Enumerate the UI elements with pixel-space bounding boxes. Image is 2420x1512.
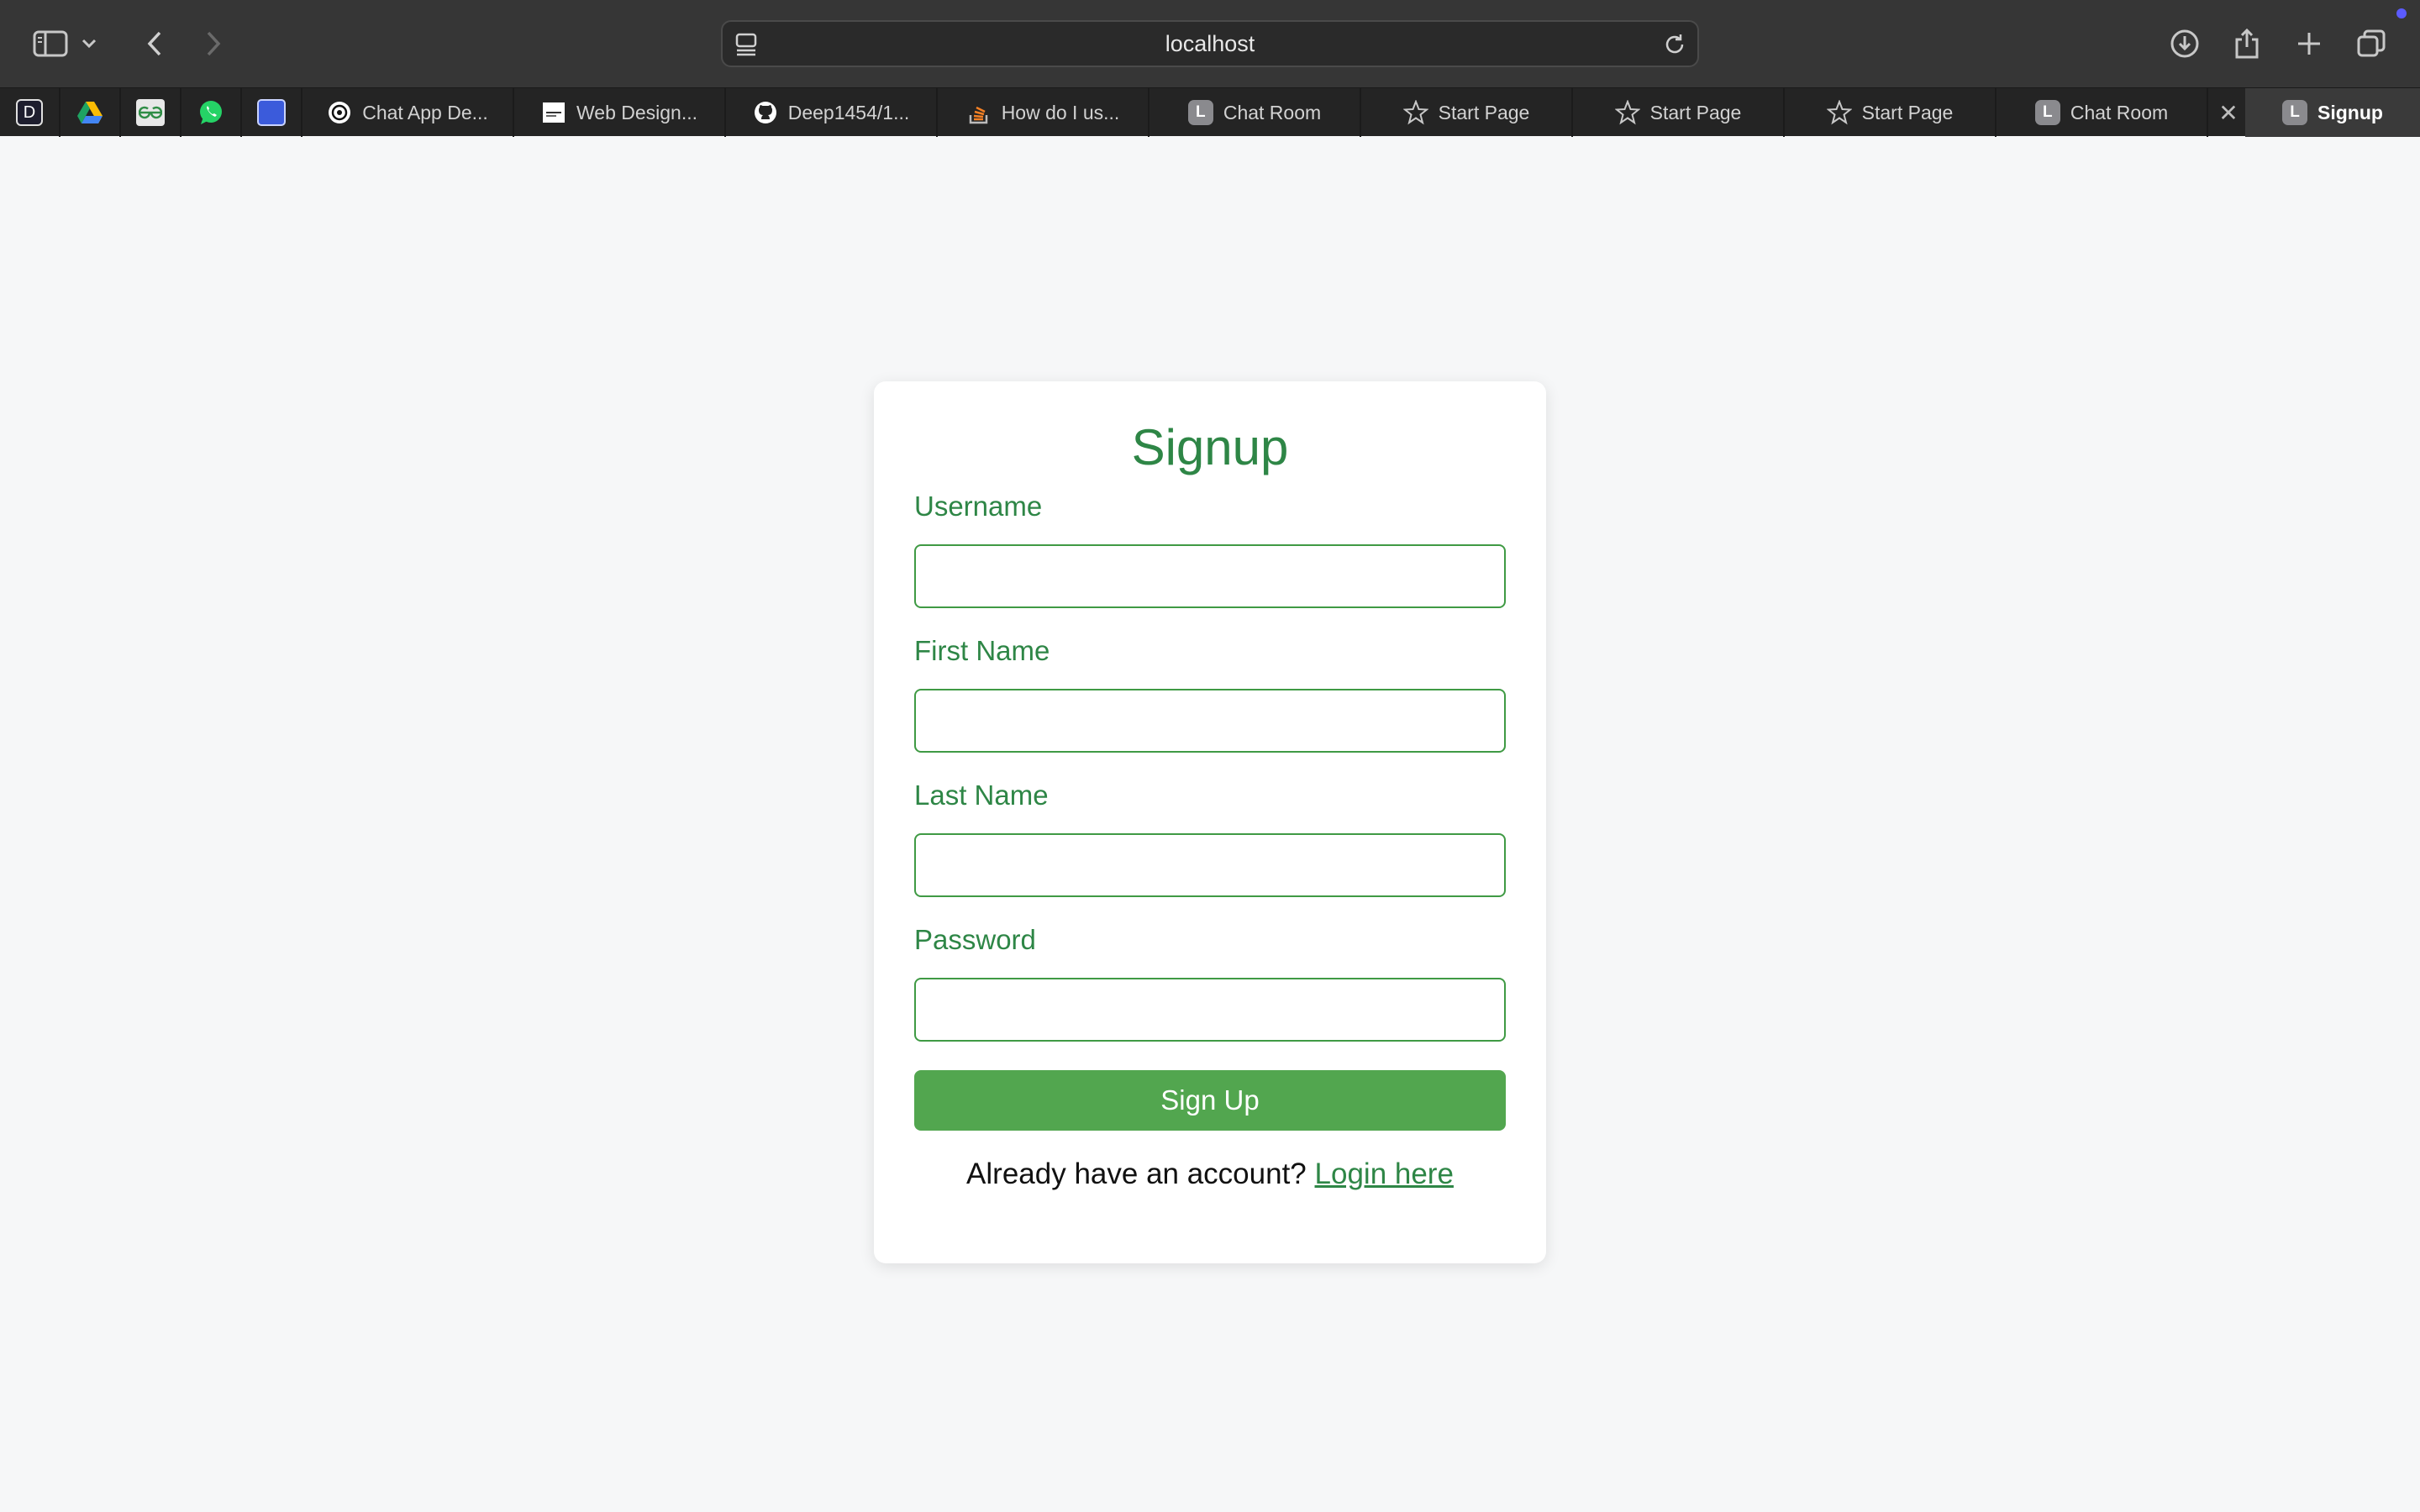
star-icon: [1614, 100, 1640, 125]
tab-bar: D Chat App De... Web Design... Deep1454/…: [0, 87, 2420, 137]
tab-label: Chat Room: [2070, 101, 2169, 123]
star-icon: [1402, 100, 1428, 125]
tab-start-page-1[interactable]: Start Page: [1361, 88, 1573, 137]
document-thumbnail-icon: [541, 100, 566, 125]
l-letter-icon: L: [2034, 100, 2060, 125]
pinned-tab-google-drive[interactable]: [60, 88, 121, 137]
password-label: Password: [914, 924, 1036, 955]
tab-overview-icon[interactable]: [2346, 18, 2396, 69]
geeksforgeeks-icon: [136, 99, 165, 126]
tab-chat-app[interactable]: Chat App De...: [302, 88, 514, 137]
share-icon[interactable]: [2222, 18, 2272, 69]
last-name-field[interactable]: [914, 833, 1506, 897]
tab-label: Signup: [2317, 101, 2383, 123]
sign-up-button[interactable]: Sign Up: [914, 1070, 1506, 1131]
username-label: Username: [914, 491, 1043, 522]
tab-label: Chat App De...: [362, 101, 488, 123]
notification-dot: [2396, 8, 2407, 18]
tab-web-design[interactable]: Web Design...: [514, 88, 726, 137]
address-bar[interactable]: localhost: [721, 20, 1699, 67]
signup-card: Signup Username First Name Last Name Pas…: [874, 381, 1546, 1263]
blue-app-icon: [257, 99, 286, 126]
login-link[interactable]: Login here: [1315, 1158, 1454, 1190]
tab-label: Web Design...: [576, 101, 698, 123]
pinned-tab-blue-app[interactable]: [242, 88, 302, 137]
d-letter-icon: D: [16, 99, 43, 126]
tab-stackoverflow[interactable]: How do I us...: [938, 88, 1150, 137]
tab-start-page-3[interactable]: Start Page: [1785, 88, 1996, 137]
tab-chat-room-1[interactable]: L Chat Room: [1150, 88, 1361, 137]
tab-github[interactable]: Deep1454/1...: [726, 88, 938, 137]
tab-chat-room-2[interactable]: L Chat Room: [1996, 88, 2208, 137]
login-prompt-text: Already have an account?: [966, 1158, 1307, 1190]
page-title: Signup: [1131, 419, 1289, 475]
first-name-field[interactable]: [914, 689, 1506, 753]
forward-icon[interactable]: [188, 18, 239, 69]
tab-label: Deep1454/1...: [787, 101, 910, 123]
google-drive-icon: [77, 102, 103, 123]
stackoverflow-icon: [966, 100, 992, 125]
pinned-tab-d[interactable]: D: [0, 88, 60, 137]
openai-icon: [327, 100, 352, 125]
username-field[interactable]: [914, 544, 1506, 608]
pinned-tab-whatsapp[interactable]: [182, 88, 242, 137]
first-name-label: First Name: [914, 635, 1050, 666]
chevron-down-icon[interactable]: [72, 18, 106, 69]
downloads-icon[interactable]: [2160, 18, 2210, 69]
tab-label: How do I us...: [1001, 101, 1120, 123]
tab-label: Chat Room: [1223, 101, 1322, 123]
whatsapp-icon: [200, 101, 222, 124]
url-text: localhost: [1165, 31, 1255, 56]
star-icon: [1826, 100, 1852, 125]
tab-signup[interactable]: L Signup: [2245, 88, 2420, 137]
login-prompt: Already have an account? Login here: [874, 1158, 1546, 1191]
l-letter-icon: L: [1187, 100, 1213, 125]
sidebar-toggle-icon[interactable]: [25, 18, 76, 69]
close-tab-icon[interactable]: ✕: [2212, 88, 2245, 137]
tab-start-page-2[interactable]: Start Page: [1573, 88, 1785, 137]
pinned-tab-geeksforgeeks[interactable]: [121, 88, 182, 137]
last-name-label: Last Name: [914, 780, 1049, 811]
reload-icon[interactable]: [1662, 32, 1687, 61]
tab-label: Start Page: [1861, 101, 1954, 123]
password-field[interactable]: [914, 978, 1506, 1042]
back-icon[interactable]: [129, 18, 180, 69]
new-tab-icon[interactable]: [2284, 18, 2334, 69]
tab-label: Start Page: [1438, 101, 1530, 123]
l-letter-icon: L: [2282, 100, 2308, 125]
tab-label: Start Page: [1649, 101, 1742, 123]
github-icon: [753, 100, 778, 125]
browser-toolbar: localhost: [0, 0, 2420, 87]
